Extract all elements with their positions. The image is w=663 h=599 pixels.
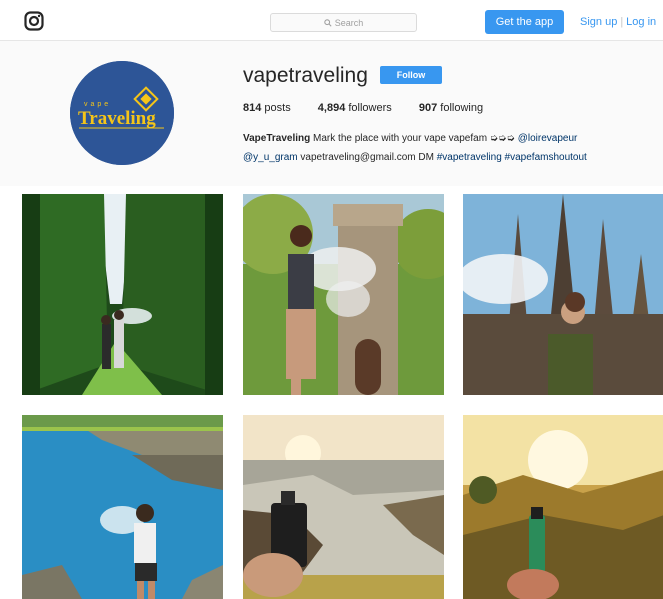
post-image — [243, 194, 444, 395]
post-thumbnail[interactable] — [22, 415, 223, 599]
post-thumbnail[interactable] — [463, 415, 663, 599]
bio-text-line2: vapetraveling@gmail.com DM — [297, 152, 437, 163]
follow-button[interactable]: Follow — [380, 66, 442, 84]
search-icon — [324, 18, 332, 27]
auth-links: Sign up | Log in — [580, 16, 656, 28]
post-thumbnail[interactable] — [22, 194, 223, 395]
followers-stat[interactable]: 4,894 followers — [318, 102, 392, 114]
bio-text-line1: Mark the place with your vape vapefam ➭➭… — [310, 133, 518, 144]
avatar-logo: vape Traveling — [70, 61, 174, 165]
post-image — [22, 415, 223, 599]
avatar[interactable]: vape Traveling — [70, 61, 174, 165]
avatar-text-vape: vape — [84, 101, 111, 108]
instagram-camera-icon[interactable] — [24, 11, 44, 31]
post-image — [463, 194, 663, 395]
profile-username: vapetraveling — [243, 64, 368, 87]
bio-mention-y-u-gram[interactable]: @y_u_gram — [243, 152, 298, 163]
avatar-text-traveling: Traveling — [78, 108, 156, 129]
get-the-app-button[interactable]: Get the app — [485, 10, 564, 34]
followers-label: followers — [348, 102, 392, 114]
post-image — [22, 194, 223, 395]
following-stat[interactable]: 907 following — [419, 102, 483, 114]
search-placeholder: Search — [334, 17, 364, 28]
sign-up-link[interactable]: Sign up — [580, 16, 617, 28]
following-count: 907 — [418, 102, 438, 114]
profile-header: vape Traveling vapetraveling Follow 814 … — [0, 41, 663, 186]
post-thumbnail[interactable] — [463, 194, 663, 395]
followers-count: 4,894 — [317, 102, 346, 114]
posts-label: posts — [264, 102, 291, 114]
post-image — [243, 415, 444, 599]
top-navigation-bar: Search Get the app Sign up | Log in — [0, 0, 663, 41]
post-thumbnail[interactable] — [243, 194, 444, 395]
following-label: following — [440, 102, 484, 114]
post-thumbnail[interactable] — [243, 415, 444, 599]
profile-stats: 814 posts 4,894 followers 907 following — [243, 102, 507, 114]
bio-mention-loirevapeur[interactable]: @loirevapeur — [518, 133, 578, 144]
profile-bio: VapeTraveling Mark the place with your v… — [243, 129, 648, 167]
log-in-link[interactable]: Log in — [626, 16, 656, 28]
bio-name: VapeTraveling — [243, 133, 311, 144]
posts-count: 814 — [243, 102, 262, 114]
post-image — [463, 415, 663, 599]
search-input[interactable]: Search — [270, 13, 417, 32]
post-grid — [0, 186, 663, 599]
auth-divider: | — [620, 16, 624, 28]
posts-stat: 814 posts — [243, 102, 291, 114]
bio-hashtag-vapefamshoutout[interactable]: #vapefamshoutout — [505, 152, 587, 163]
bio-hashtag-vapetraveling[interactable]: #vapetraveling — [437, 152, 502, 163]
